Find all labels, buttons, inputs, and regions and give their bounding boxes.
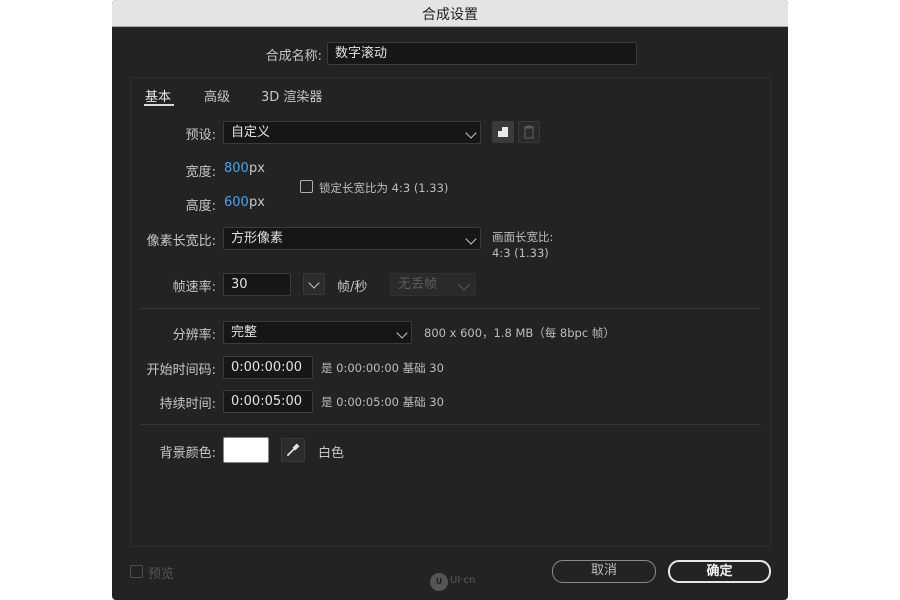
background-color-name: 白色 — [318, 446, 345, 461]
frame-rate-input[interactable]: 30 — [223, 273, 291, 296]
preset-value: 自定义 — [231, 125, 271, 140]
width-label: 宽度: — [185, 165, 216, 180]
eyedropper-icon[interactable] — [281, 438, 305, 462]
save-preset-icon[interactable] — [492, 121, 514, 143]
dialog-title: 合成设置 — [422, 7, 478, 23]
height-value[interactable]: 600 — [224, 195, 249, 210]
preview-checkbox[interactable] — [130, 565, 143, 578]
lock-aspect-checkbox[interactable] — [300, 180, 313, 193]
drop-frame-value: 无丢帧 — [398, 277, 438, 292]
cancel-button[interactable]: 取消 — [552, 560, 656, 583]
title-bar[interactable]: 合成设置 — [112, 0, 788, 27]
tab-advanced[interactable]: 高级 — [204, 86, 230, 105]
chevron-down-icon — [308, 277, 320, 289]
chevron-down-icon — [396, 327, 408, 339]
resolution-info: 800 x 600，1.8 MB（每 8bpc 帧） — [424, 326, 615, 340]
start-timecode-label: 开始时间码: — [146, 363, 216, 378]
frame-rate-label: 帧速率: — [172, 280, 216, 295]
pixel-aspect-label: 像素长宽比: — [146, 234, 216, 249]
duration-input[interactable]: 0:00:05:00 — [223, 390, 313, 413]
height-unit: px — [249, 195, 265, 210]
resolution-value: 完整 — [231, 325, 258, 340]
drop-frame-select[interactable]: 无丢帧 — [390, 273, 476, 296]
lock-aspect-label: 锁定长宽比为 4:3 (1.33) — [319, 181, 449, 195]
tab-basic[interactable]: 基本 — [145, 86, 171, 105]
trash-icon[interactable] — [518, 121, 540, 143]
watermark-text: UI·cn — [450, 575, 476, 586]
tab-3d-renderer[interactable]: 3D 渲染器 — [261, 86, 322, 105]
background-color-swatch[interactable] — [223, 437, 269, 463]
comp-name-label: 合成名称: — [265, 49, 322, 64]
width-unit: px — [249, 161, 265, 176]
frame-aspect-label: 画面长宽比: — [492, 230, 554, 244]
resolution-select[interactable]: 完整 — [223, 321, 412, 344]
frame-rate-dropdown[interactable] — [303, 273, 325, 295]
preset-label: 预设: — [185, 128, 216, 143]
duration-label: 持续时间: — [159, 397, 216, 412]
pixel-aspect-value: 方形像素 — [231, 231, 284, 246]
section-divider — [140, 308, 761, 309]
settings-panel — [130, 77, 771, 547]
watermark-logo-icon: U — [430, 573, 448, 591]
width-value[interactable]: 800 — [224, 161, 249, 176]
chevron-down-icon — [465, 127, 477, 139]
composition-settings-dialog: 合成设置 合成名称: 数字滚动 基本 高级 3D 渲染器 预设: 自定义 宽度:… — [112, 0, 788, 600]
frame-rate-unit: 帧/秒 — [337, 280, 368, 295]
start-timecode-input[interactable]: 0:00:00:00 — [223, 356, 313, 379]
preset-select[interactable]: 自定义 — [223, 121, 481, 144]
section-divider — [140, 424, 761, 425]
duration-info: 是 0:00:05:00 基础 30 — [321, 395, 444, 409]
tab-basic-underline — [144, 104, 174, 106]
chevron-down-icon — [465, 233, 477, 245]
background-color-label: 背景颜色: — [159, 446, 216, 461]
preview-label: 预览 — [148, 567, 175, 582]
start-timecode-info: 是 0:00:00:00 基础 30 — [321, 361, 444, 375]
ok-button[interactable]: 确定 — [668, 560, 771, 583]
resolution-label: 分辨率: — [172, 328, 216, 343]
frame-aspect-value: 4:3 (1.33) — [492, 246, 549, 260]
height-label: 高度: — [185, 199, 216, 214]
chevron-down-icon — [458, 279, 470, 291]
comp-name-input[interactable]: 数字滚动 — [327, 42, 637, 65]
pixel-aspect-select[interactable]: 方形像素 — [223, 227, 481, 250]
